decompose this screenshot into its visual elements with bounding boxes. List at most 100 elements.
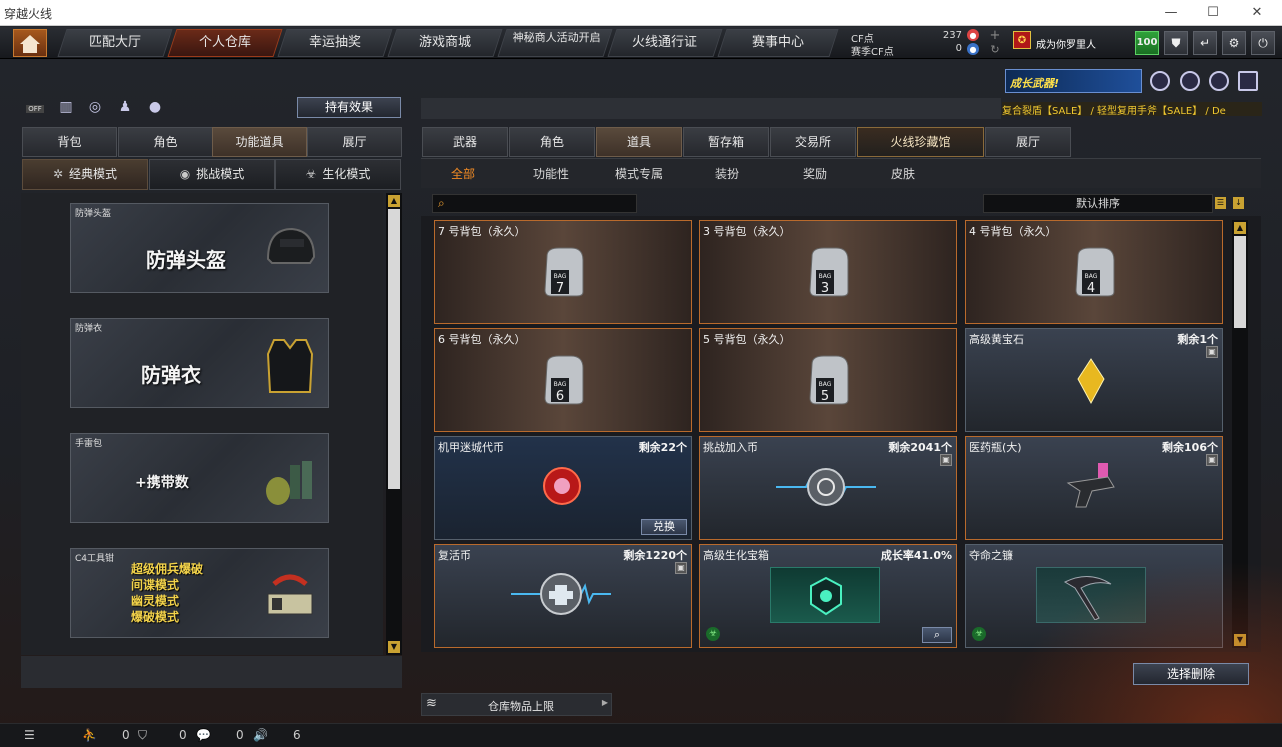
home-button[interactable] xyxy=(13,29,47,57)
shield-menu-icon[interactable]: ⛊ xyxy=(1164,31,1188,55)
svg-text:3: 3 xyxy=(821,281,829,296)
tab-lucky-draw[interactable]: 幸运抽奖 xyxy=(277,29,393,57)
biohazard-icon: ☣ xyxy=(972,627,986,641)
badge-globe-icon[interactable] xyxy=(1180,71,1200,91)
level-badge[interactable]: 100 xyxy=(1135,31,1159,55)
subtab-mode-exclusive[interactable]: 模式专属 xyxy=(615,165,663,182)
sort-select[interactable]: 默认排序 xyxy=(983,194,1213,213)
scroll-up-icon[interactable]: ▲ xyxy=(1234,222,1246,234)
redeem-button[interactable]: 兑换 xyxy=(641,519,687,535)
sort-direction-icon[interactable]: ↓ xyxy=(1233,197,1244,209)
effect-off-icon[interactable]: OFF xyxy=(25,99,45,119)
mode-classic[interactable]: ✲ 经典模式 xyxy=(22,159,148,190)
item-card[interactable]: 高级生化宝箱 成长率41.0% ☣ ⌕ xyxy=(699,544,957,648)
chest-emblem-icon xyxy=(810,576,842,616)
subtab-all[interactable]: 全部 xyxy=(451,165,475,182)
magnify-button[interactable]: ⌕ xyxy=(922,627,952,643)
minimize-icon[interactable]: — xyxy=(1162,4,1180,22)
search-input[interactable]: ⌕ xyxy=(432,194,637,213)
badge-star-icon[interactable] xyxy=(1209,71,1229,91)
item-card[interactable]: 医药瓶(大) 剩余106个 ▣ xyxy=(965,436,1223,540)
stats-icon[interactable]: ▥ xyxy=(56,99,76,119)
item-card[interactable]: 5 号背包（永久） BAG 5 xyxy=(699,328,957,432)
subtab-functional[interactable]: 功能性 xyxy=(533,165,569,182)
tab-right-showroom[interactable]: 展厅 xyxy=(985,127,1071,157)
item-card[interactable]: 复活币 剩余1220个 ▣ xyxy=(434,544,692,648)
tab-backpack[interactable]: 背包 xyxy=(22,127,117,157)
left-scrollbar[interactable]: ▲ ▼ xyxy=(386,193,402,655)
tab-exchange[interactable]: 交易所 xyxy=(770,127,856,157)
backpack-icon: BAG7 xyxy=(544,247,584,297)
item-card[interactable]: 6 号背包（永久） BAG 6 xyxy=(434,328,692,432)
item-card[interactable]: 3 号背包（永久） BAG 3 xyxy=(699,220,957,324)
match-cf-label: 赛季CF点 xyxy=(851,47,894,58)
grid-scroll-thumb[interactable] xyxy=(1234,236,1246,328)
background-glow xyxy=(1000,560,1282,747)
select-delete-button[interactable]: 选择删除 xyxy=(1133,663,1249,685)
tab-game-mall[interactable]: 游戏商城 xyxy=(387,29,503,57)
grenade-icon[interactable]: ● xyxy=(145,99,165,119)
runner-icon[interactable]: ♟ xyxy=(115,99,135,119)
item-card[interactable]: 7 号背包（永久） BAG 7 xyxy=(434,220,692,324)
tab-mystery-merchant[interactable]: 神秘商人活动开启 xyxy=(497,29,613,57)
add-icon[interactable]: + xyxy=(988,28,1002,43)
teammates-icon[interactable]: ⛹ xyxy=(82,728,97,742)
tab-collection-hall[interactable]: 火线珍藏馆 xyxy=(857,127,984,157)
item-card[interactable]: 机甲迷城代币 剩余22个 兑换 xyxy=(434,436,692,540)
window-titlebar: 穿越火线 — ☐ ✕ xyxy=(0,0,1282,26)
status-bar: ☰ ⛹ 0 ⛉ 0 💬 0 🔊 6 xyxy=(0,723,1282,747)
tab-function-items[interactable]: 功能道具 xyxy=(212,127,307,157)
card-armor[interactable]: 防弹衣 防弹衣 xyxy=(70,318,329,408)
shield-status-icon[interactable]: ⛉ xyxy=(138,728,147,743)
gem-icon xyxy=(1077,358,1105,405)
top-navigation: 匹配大厅 个人仓库 幸运抽奖 游戏商城 神秘商人活动开启 火线通行证 赛事中心 … xyxy=(0,27,1282,59)
speaker-icon[interactable]: 🔊 xyxy=(253,728,268,742)
svg-text:5: 5 xyxy=(821,389,829,404)
close-icon[interactable]: ✕ xyxy=(1248,4,1266,22)
refresh-icon[interactable]: ↻ xyxy=(988,42,1002,56)
storage-limit-bar[interactable]: ≋ 仓库物品上限 ▶ xyxy=(421,693,612,716)
tab-characters[interactable]: 角色 xyxy=(509,127,595,157)
held-effects-button[interactable]: 持有效果 xyxy=(297,97,401,118)
list-view-icon[interactable]: ☰ xyxy=(1215,197,1226,209)
tab-event-center[interactable]: 赛事中心 xyxy=(717,29,839,57)
badge-v-icon[interactable] xyxy=(1150,71,1170,91)
tab-battle-pass[interactable]: 火线通行证 xyxy=(607,29,723,57)
card-helmet[interactable]: 防弹头盔 防弹头盔 xyxy=(70,203,329,293)
tab-items[interactable]: 道具 xyxy=(596,127,682,157)
username[interactable]: 成为你罗里人 xyxy=(1036,36,1096,51)
growth-weapon-banner[interactable]: 成长武器! xyxy=(1005,69,1142,93)
return-icon[interactable]: ↵ xyxy=(1193,31,1217,55)
card-c4-tool[interactable]: C4工具钳 超级佣兵爆破 间谍模式 幽灵模式 爆破模式 xyxy=(70,548,329,638)
subtab-skins[interactable]: 皮肤 xyxy=(891,165,915,182)
subtab-dressup[interactable]: 装扮 xyxy=(715,165,739,182)
svg-text:BAG: BAG xyxy=(819,273,832,280)
item-card[interactable]: 4 号背包（永久） BAG 4 xyxy=(965,220,1223,324)
cycle-icon[interactable]: ◎ xyxy=(85,99,105,119)
maximize-icon[interactable]: ☐ xyxy=(1204,4,1222,22)
chat-icon[interactable]: 💬 xyxy=(196,728,211,742)
menu-list-icon[interactable]: ☰ xyxy=(24,728,35,742)
card-grenade-pack[interactable]: 手雷包 +携带数 xyxy=(70,433,329,523)
tab-character[interactable]: 角色 xyxy=(118,127,213,157)
scroll-down-icon[interactable]: ▼ xyxy=(388,641,400,653)
scroll-up-icon[interactable]: ▲ xyxy=(388,195,400,207)
item-card[interactable]: 高级黄宝石 剩余1个 ▣ xyxy=(965,328,1223,432)
tab-personal-storage[interactable]: 个人仓库 xyxy=(167,29,283,57)
left-scroll-thumb[interactable] xyxy=(388,209,400,489)
mode-zombie[interactable]: ☣ 生化模式 xyxy=(275,159,401,190)
tab-temp-box[interactable]: 暂存箱 xyxy=(683,127,769,157)
status-count-a: 0 xyxy=(122,728,130,742)
tab-showroom[interactable]: 展厅 xyxy=(307,127,402,157)
gear-icon[interactable]: ⚙ xyxy=(1222,31,1246,55)
tab-match-lobby[interactable]: 匹配大厅 xyxy=(57,29,173,57)
subtab-rewards[interactable]: 奖励 xyxy=(803,165,827,182)
badge-w-icon[interactable] xyxy=(1238,71,1258,91)
item-card[interactable]: 挑战加入币 剩余2041个 ▣ xyxy=(699,436,957,540)
power-icon[interactable]: ⏻ xyxy=(1251,31,1275,55)
home-icon xyxy=(20,35,40,53)
mode-challenge[interactable]: ◉ 挑战模式 xyxy=(149,159,275,190)
rank-badge-icon: ✪ xyxy=(1013,31,1031,49)
search-icon: ⌕ xyxy=(438,196,445,210)
tab-weapons[interactable]: 武器 xyxy=(422,127,508,157)
